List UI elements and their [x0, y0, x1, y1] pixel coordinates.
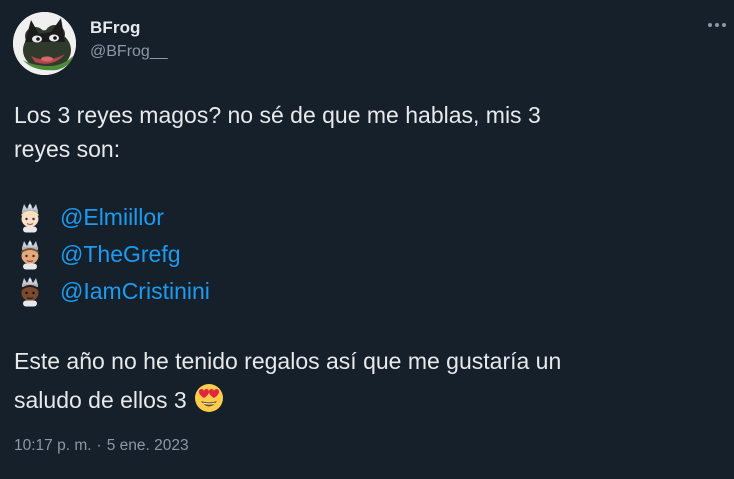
tweet-text-line: saludo de ellos 3 — [14, 387, 187, 413]
heart-eyes-emoji-icon — [194, 384, 223, 412]
tweet-time[interactable]: 10:17 p. m. — [14, 437, 92, 454]
mention-row: @Elmiillor — [14, 202, 164, 233]
timestamp-separator: · — [96, 437, 102, 454]
tweet-text-line-with-emoji: saludo de ellos 3 — [14, 382, 714, 415]
prince-dark-icon — [21, 277, 39, 307]
tweet-text-line: Los 3 reyes magos? no sé de que me habla… — [14, 102, 541, 128]
author-handle[interactable]: @BFrog__ — [90, 43, 168, 61]
tweet-text-line: reyes son: — [14, 136, 121, 162]
frog-avatar-icon — [13, 12, 76, 75]
mention-link[interactable]: @Elmiillor — [60, 204, 164, 231]
mention-link[interactable]: @IamCristinini — [60, 278, 210, 305]
tweet-text-line: Este año no he tenido regalos así que me… — [14, 348, 562, 374]
mention-link[interactable]: @TheGrefg — [60, 241, 181, 268]
prince-medium-icon — [21, 240, 39, 270]
avatar[interactable] — [13, 12, 76, 75]
prince-light-icon — [21, 203, 39, 233]
tweet-date[interactable]: 5 ene. 2023 — [107, 437, 189, 454]
author-name[interactable]: BFrog — [90, 18, 141, 38]
mention-row: @TheGrefg — [14, 239, 181, 270]
more-options-icon[interactable] — [704, 12, 730, 38]
tweet-card: BFrog @BFrog__ Los 3 reyes magos? no sé … — [0, 0, 734, 479]
tweet-timestamp[interactable]: 10:17 p. m. · 5 ene. 2023 — [14, 437, 189, 455]
mention-row: @IamCristinini — [14, 276, 210, 307]
